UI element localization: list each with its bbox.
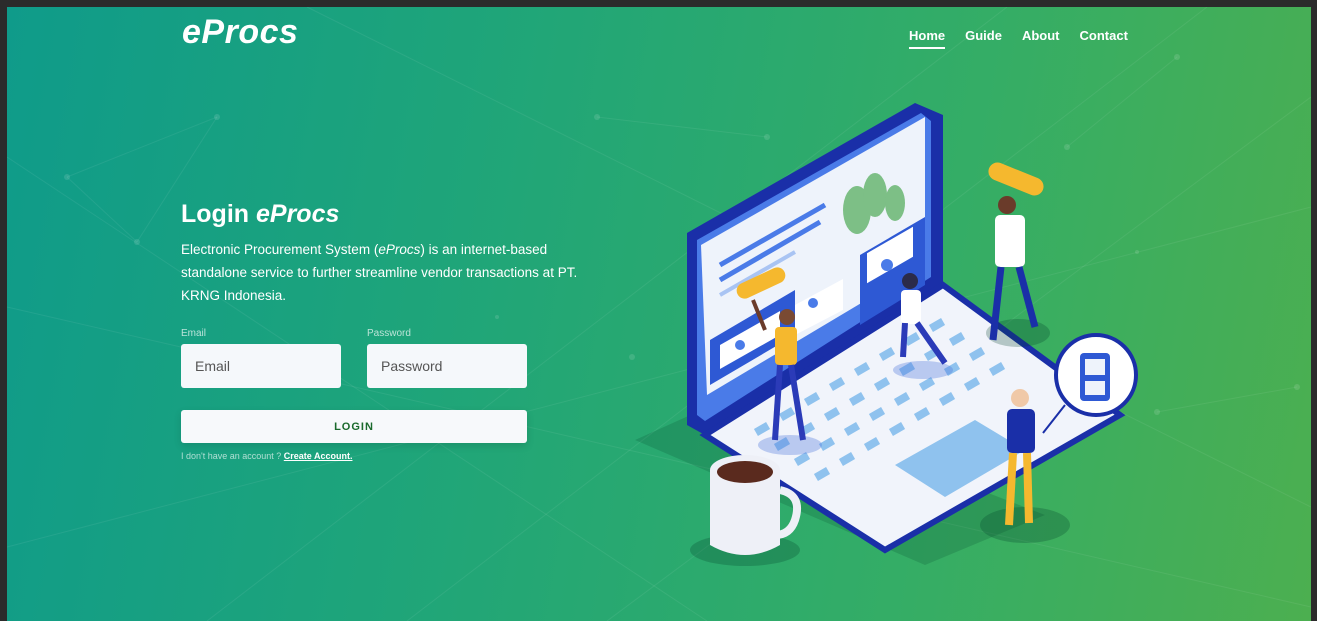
signup-prompt-text: I don't have an account ? <box>181 451 284 461</box>
signup-prompt: I don't have an account ? Create Account… <box>181 451 352 461</box>
hero-desc-brand: eProcs <box>378 242 421 257</box>
login-button[interactable]: LOGIN <box>181 410 527 443</box>
laptop-team-illustration <box>635 103 1138 566</box>
nav-guide[interactable]: Guide <box>965 28 1002 49</box>
site-logo[interactable]: eProcs <box>182 13 298 52</box>
password-field[interactable] <box>367 344 527 388</box>
email-label: Email <box>181 328 207 339</box>
nav-home[interactable]: Home <box>909 28 946 49</box>
page-title-brand: eProcs <box>255 200 340 228</box>
page-background: eProcs Home Guide About Contact Login eP… <box>7 7 1311 621</box>
page-title: Login eProcs <box>181 200 339 229</box>
hero-description: Electronic Procurement System (eProcs) i… <box>181 238 581 307</box>
password-label: Password <box>367 328 411 339</box>
create-account-link[interactable]: Create Account. <box>284 451 353 461</box>
email-field[interactable] <box>181 344 341 388</box>
main-nav: Home Guide About Contact <box>909 28 1148 49</box>
hero-desc-start: Electronic Procurement System ( <box>181 242 379 257</box>
nav-about[interactable]: About <box>1022 28 1060 49</box>
nav-contact[interactable]: Contact <box>1080 28 1128 49</box>
page-title-prefix: Login <box>181 200 256 228</box>
